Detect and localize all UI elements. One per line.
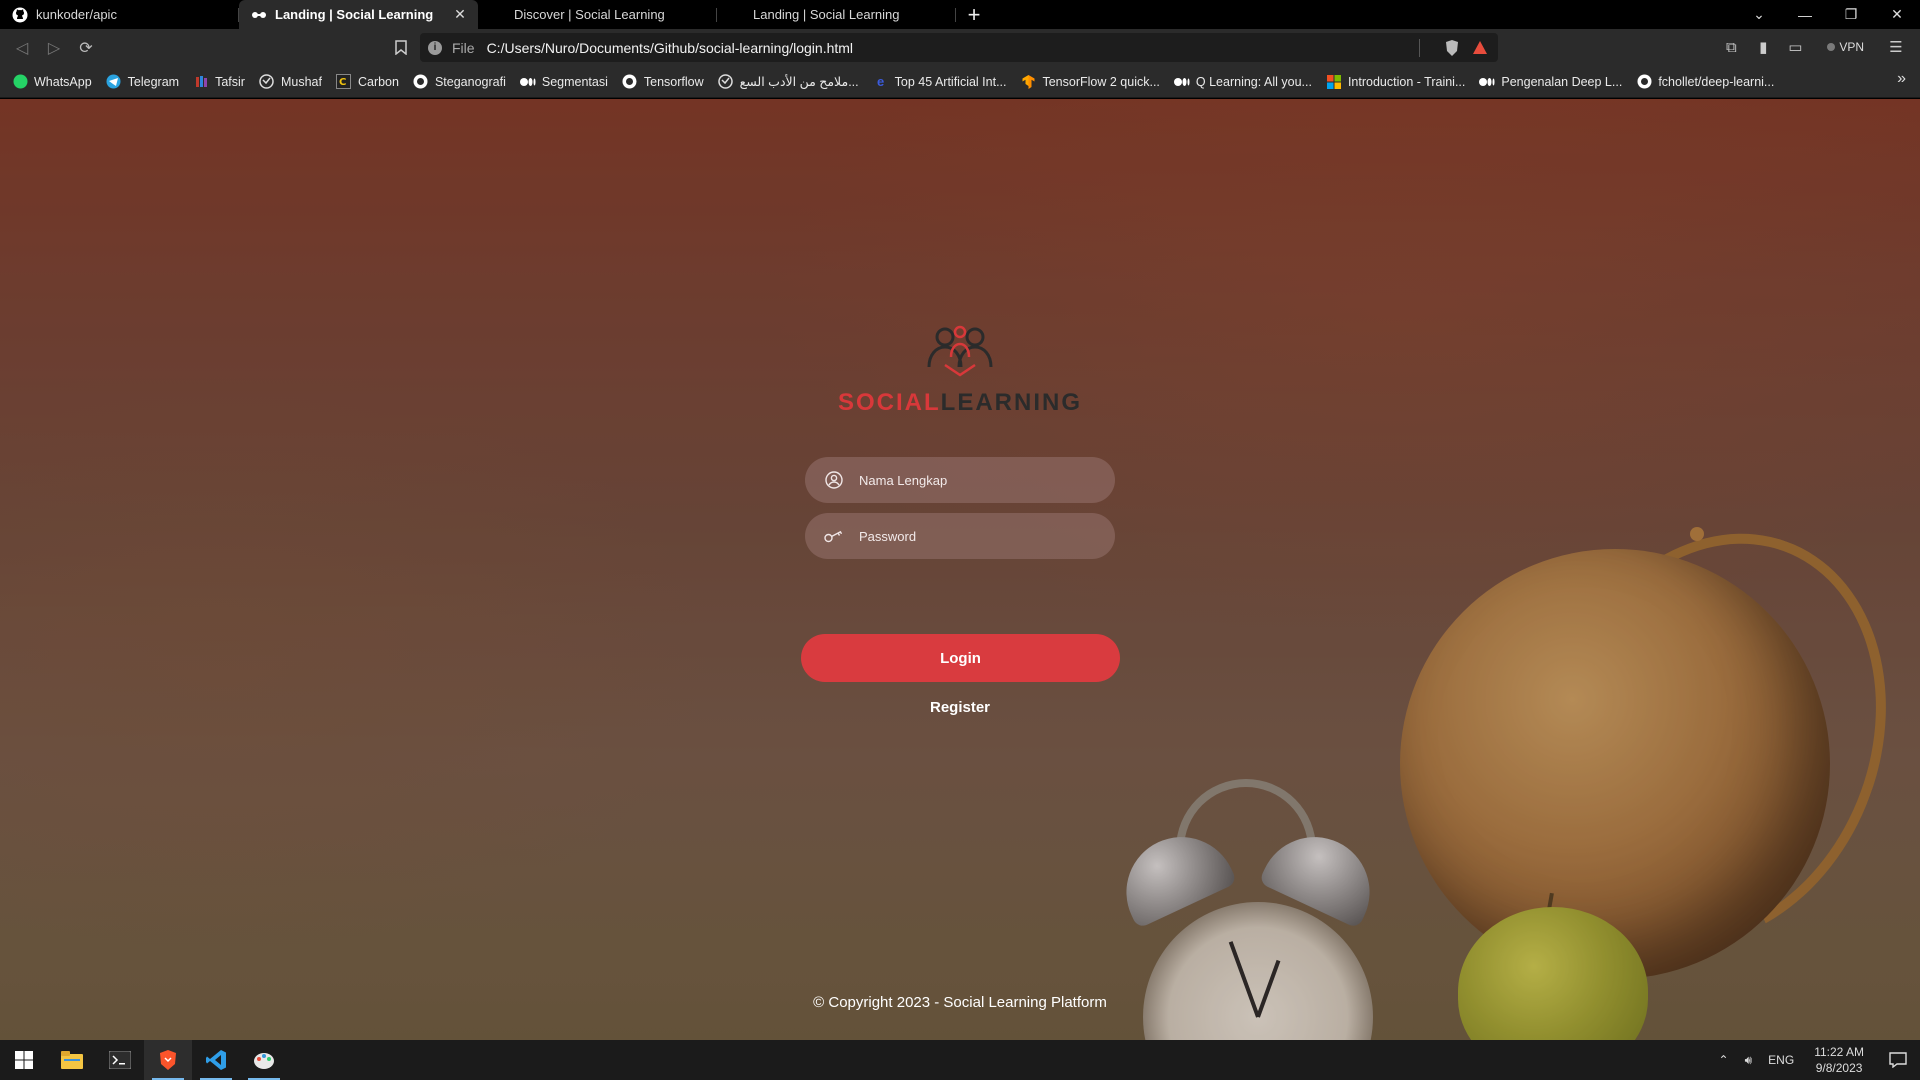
telegram-icon	[106, 74, 122, 90]
medium-icon	[1479, 74, 1495, 90]
vpn-button[interactable]: VPN	[1817, 35, 1874, 59]
globe-icon	[259, 74, 275, 90]
tab-landing[interactable]: Landing | Social Learning	[717, 0, 956, 29]
medium-icon	[519, 74, 536, 90]
file-explorer-icon[interactable]	[48, 1040, 96, 1080]
tensorflow-icon	[1020, 74, 1036, 90]
bookmark-segmentasi[interactable]: Segmentasi	[519, 69, 616, 95]
github-icon	[622, 74, 638, 90]
close-icon[interactable]: ✕	[452, 6, 468, 23]
brave-browser-icon[interactable]	[144, 1040, 192, 1080]
microsoft-icon	[1326, 74, 1342, 90]
tab-title: Discover | Social Learning	[514, 7, 665, 22]
wallet-icon[interactable]: ▭	[1779, 31, 1811, 63]
blank-page-icon	[729, 7, 745, 23]
notification-icon[interactable]	[1876, 1040, 1920, 1080]
bookmark-tensorflow[interactable]: Tensorflow	[622, 69, 712, 95]
bookmark-top45[interactable]: e Top 45 Artificial Int...	[873, 69, 1015, 95]
username-input[interactable]	[859, 472, 1089, 488]
terminal-icon[interactable]	[96, 1040, 144, 1080]
whatsapp-icon	[12, 74, 28, 90]
tab-title: Landing | Social Learning	[753, 7, 900, 22]
scheme-label: File	[452, 39, 475, 56]
bookmark-pengenalan[interactable]: Pengenalan Deep L...	[1479, 69, 1630, 95]
windows-start-icon[interactable]	[0, 1040, 48, 1080]
e-icon: e	[877, 74, 885, 89]
tab-title: kunkoder/apic	[36, 7, 117, 22]
password-field[interactable]	[805, 513, 1115, 559]
sidebar-icon[interactable]: ▮	[1747, 31, 1779, 63]
tray-time: 11:22 AM	[1814, 1045, 1864, 1059]
system-tray: ⌃ 🔊︎ ENG 11:22 AM 9/8/2023	[1711, 1040, 1920, 1080]
brave-shields-icon[interactable]	[1442, 38, 1462, 58]
username-field[interactable]	[805, 457, 1115, 503]
bookmark-arabic[interactable]: ملامح من الأدب السع...	[718, 69, 867, 95]
github-icon	[12, 7, 28, 23]
back-icon[interactable]: ◁	[6, 32, 38, 64]
minimize-icon[interactable]: —	[1782, 0, 1828, 29]
brave-rewards-icon[interactable]	[1470, 38, 1490, 58]
bookmark-icon[interactable]	[385, 31, 417, 63]
bookmark-tafsir[interactable]: Tafsir	[193, 69, 253, 95]
tray-date: 9/8/2023	[1815, 1061, 1863, 1075]
bookmark-whatsapp[interactable]: WhatsApp	[12, 69, 100, 95]
tafsir-icon	[193, 74, 209, 90]
bookmarks-bar: WhatsApp Telegram Tafsir Mushaf C Carbon …	[0, 66, 1920, 98]
bookmark-mushaf[interactable]: Mushaf	[259, 69, 330, 95]
language-indicator[interactable]: ENG	[1760, 1053, 1802, 1067]
carbon-icon: C	[336, 74, 352, 90]
vpn-label: VPN	[1839, 40, 1864, 54]
github-icon	[1636, 74, 1652, 90]
tab-landing-active[interactable]: Landing | Social Learning ✕	[239, 0, 478, 29]
register-link[interactable]: Register	[860, 699, 1060, 716]
new-tab-button[interactable]: +	[956, 0, 992, 29]
page-viewport: SOCIALLEARNING Login Register © Copyrigh…	[0, 99, 1920, 1040]
chevron-up-icon[interactable]: ⌃	[1711, 1053, 1737, 1067]
paint-icon[interactable]	[240, 1040, 288, 1080]
browser-toolbar: ◁ ▷ ⟳ i File C:/Users/Nuro/Documents/Git…	[0, 29, 1920, 66]
extensions-icon[interactable]: ⧉	[1715, 31, 1747, 63]
social-learning-icon	[251, 7, 267, 23]
tab-github-apic[interactable]: kunkoder/apic	[0, 0, 239, 29]
svg-text:C: C	[339, 77, 346, 88]
medium-icon	[1173, 74, 1190, 90]
reload-icon[interactable]: ⟳	[70, 32, 102, 64]
bookmark-tensorflow2[interactable]: TensorFlow 2 quick...	[1020, 69, 1167, 95]
tab-title: Landing | Social Learning	[275, 7, 434, 22]
windows-taskbar: ⌃ 🔊︎ ENG 11:22 AM 9/8/2023	[0, 1040, 1920, 1080]
info-icon[interactable]: i	[428, 40, 442, 55]
blank-page-icon	[490, 7, 506, 23]
bookmarks-overflow-icon[interactable]: »	[1897, 70, 1906, 88]
tab-search-icon[interactable]: ⌄	[1736, 0, 1782, 29]
globe-icon	[718, 74, 734, 90]
github-icon	[413, 74, 429, 90]
close-window-icon[interactable]: ✕	[1874, 0, 1920, 29]
restore-icon[interactable]: ❐	[1828, 0, 1874, 29]
menu-icon[interactable]: ☰	[1880, 31, 1912, 63]
copyright-text: © Copyright 2023 - Social Learning Platf…	[813, 994, 1107, 1011]
key-icon	[823, 525, 845, 547]
tray-clock[interactable]: 11:22 AM 9/8/2023	[1802, 1044, 1876, 1076]
user-circle-icon	[823, 469, 845, 491]
bookmark-carbon[interactable]: C Carbon	[336, 69, 407, 95]
bookmark-fchollet[interactable]: fchollet/deep-learni...	[1636, 69, 1782, 95]
volume-icon[interactable]: 🔊︎	[1737, 1053, 1761, 1068]
forward-icon[interactable]: ▷	[38, 32, 70, 64]
bookmark-telegram[interactable]: Telegram	[106, 69, 187, 95]
login-form: SOCIALLEARNING Login Register © Copyrigh…	[0, 99, 1920, 1040]
url-text[interactable]: C:/Users/Nuro/Documents/Github/social-le…	[487, 40, 1405, 56]
address-bar[interactable]: i File C:/Users/Nuro/Documents/Github/so…	[420, 33, 1498, 62]
bookmark-steganografi[interactable]: Steganografi	[413, 69, 514, 95]
vscode-icon[interactable]	[192, 1040, 240, 1080]
bookmark-qlearning[interactable]: Q Learning: All you...	[1173, 69, 1320, 95]
password-input[interactable]	[859, 528, 1089, 544]
tab-discover[interactable]: Discover | Social Learning	[478, 0, 717, 29]
brand-wordmark: SOCIALLEARNING	[837, 389, 1082, 416]
bookmark-introduction[interactable]: Introduction - Traini...	[1326, 69, 1473, 95]
social-learning-logo-icon	[905, 319, 1015, 383]
login-button[interactable]: Login	[801, 634, 1120, 682]
tab-strip: kunkoder/apic Landing | Social Learning …	[0, 0, 1920, 29]
